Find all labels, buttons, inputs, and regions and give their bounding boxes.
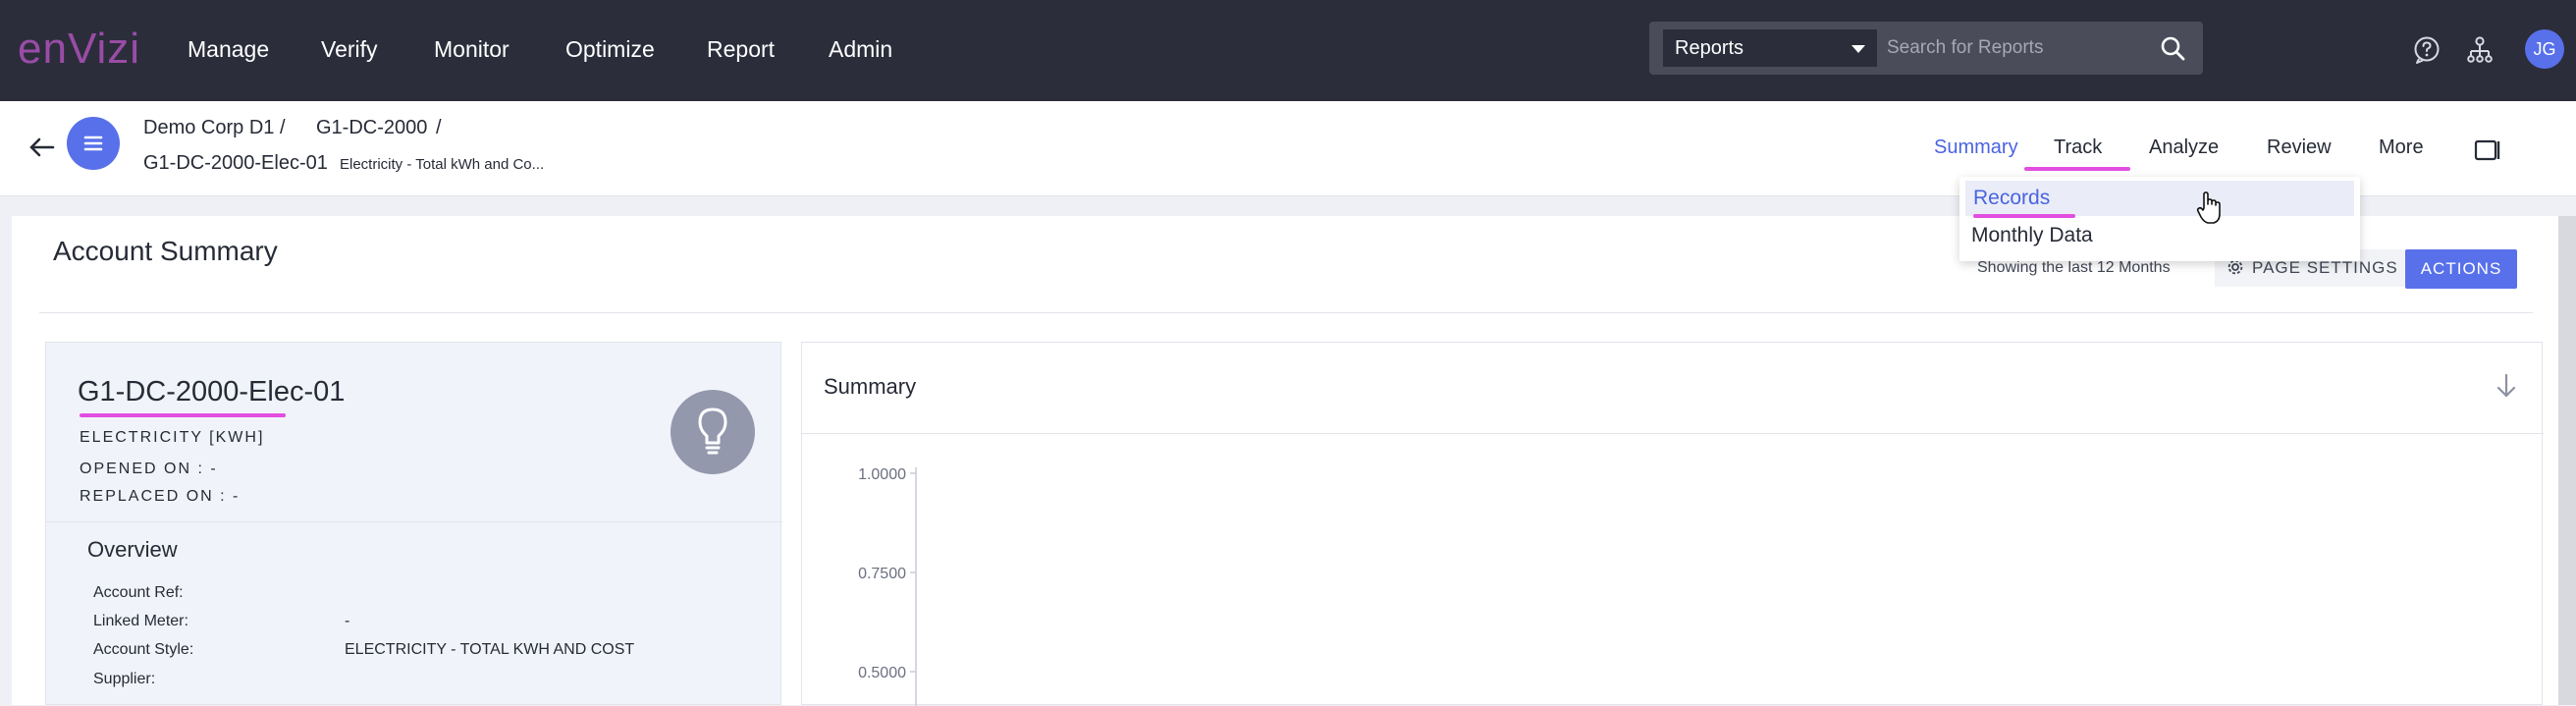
search-scope-select[interactable]: Reports: [1663, 29, 1877, 67]
nav-manage[interactable]: Manage: [188, 29, 269, 69]
hamburger-icon: [83, 136, 103, 151]
breadcrumb-location[interactable]: G1-DC-2000: [316, 117, 427, 139]
page-title: Account Summary: [53, 236, 278, 266]
arrow-down-icon[interactable]: [2495, 372, 2518, 400]
envizi-logo[interactable]: enVizi: [18, 22, 140, 77]
nav-report[interactable]: Report: [707, 29, 775, 69]
menu-item-monthly-data[interactable]: Monthly Data: [1971, 224, 2093, 247]
overview-title: Overview: [87, 537, 178, 562]
global-search: Reports: [1649, 22, 2203, 75]
org-tree-icon[interactable]: [2465, 35, 2495, 65]
search-icon[interactable]: [2160, 35, 2185, 61]
summary-chart: 1.0000 0.7500 0.5000: [858, 466, 917, 706]
tab-track-underline: [2024, 167, 2130, 171]
field-label-linked-meter: Linked Meter:: [93, 613, 188, 629]
date-range-label: Showing the last 12 Months: [1977, 259, 2171, 276]
top-navigation-bar: enVizi Manage Verify Monitor Optimize Re…: [0, 0, 2576, 101]
chart-y-tick-label: 1.0000: [858, 466, 906, 483]
menu-item-records-underline: [1973, 214, 2075, 218]
account-name-underline: [80, 413, 286, 417]
field-label-account-style: Account Style:: [93, 641, 194, 658]
field-value-account-style: ELECTRICITY - TOTAL KWH AND COST: [345, 641, 635, 658]
summary-title: Summary: [824, 374, 917, 399]
breadcrumb-separator: /: [436, 117, 442, 138]
track-dropdown-menu: Records Monthly Data: [1959, 177, 2360, 261]
caret-down-icon: [1852, 45, 1865, 53]
lightbulb-icon: [671, 390, 755, 474]
tab-review[interactable]: Review: [2267, 136, 2332, 159]
field-label-account-ref: Account Ref:: [93, 584, 184, 601]
summary-card: Summary 1.0000 0.7500 0.5000: [801, 342, 2544, 706]
field-label-supplier: Supplier:: [93, 671, 156, 687]
tab-more[interactable]: More: [2379, 136, 2424, 159]
breadcrumb-description: Electricity - Total kWh and Co...: [340, 156, 545, 173]
breadcrumb-current-account: G1-DC-2000-Elec-01: [143, 152, 328, 174]
account-opened-on: OPENED ON : -: [80, 461, 218, 477]
nav-admin[interactable]: Admin: [829, 29, 892, 69]
menu-item-records[interactable]: Records: [1965, 181, 2354, 216]
help-icon[interactable]: [2412, 35, 2442, 65]
nav-verify[interactable]: Verify: [321, 29, 378, 69]
title-divider: [39, 312, 2533, 313]
search-scope-value: Reports: [1675, 37, 1744, 59]
nav-optimize[interactable]: Optimize: [565, 29, 655, 69]
search-input[interactable]: [1887, 29, 2181, 67]
chart-y-tick-label: 0.5000: [858, 665, 906, 681]
chart-y-tick-label: 0.7500: [858, 566, 906, 582]
account-card: G1-DC-2000-Elec-01 ELECTRICITY [KWH] OPE…: [45, 342, 782, 705]
account-type: ELECTRICITY [KWH]: [80, 429, 265, 446]
breadcrumb-org[interactable]: Demo Corp D1: [143, 117, 274, 139]
tab-track[interactable]: Track: [2054, 136, 2102, 159]
actions-button[interactable]: ACTIONS: [2405, 249, 2517, 289]
breadcrumb-separator: /: [280, 117, 286, 138]
card-divider: [46, 521, 782, 522]
account-replaced-on: REPLACED ON : -: [80, 488, 241, 505]
hand-cursor-icon: [2196, 191, 2221, 224]
page-scrollbar[interactable]: [2558, 216, 2576, 705]
nav-monitor[interactable]: Monitor: [434, 29, 510, 69]
tab-summary[interactable]: Summary: [1934, 136, 2018, 159]
back-arrow-icon[interactable]: [27, 133, 57, 162]
context-menu-button[interactable]: [67, 117, 120, 170]
user-avatar[interactable]: JG: [2525, 29, 2564, 69]
account-name: G1-DC-2000-Elec-01: [78, 376, 346, 407]
tab-analyze[interactable]: Analyze: [2149, 136, 2219, 159]
side-panel-toggle-icon[interactable]: [2474, 138, 2501, 162]
field-value-linked-meter: -: [345, 613, 350, 629]
